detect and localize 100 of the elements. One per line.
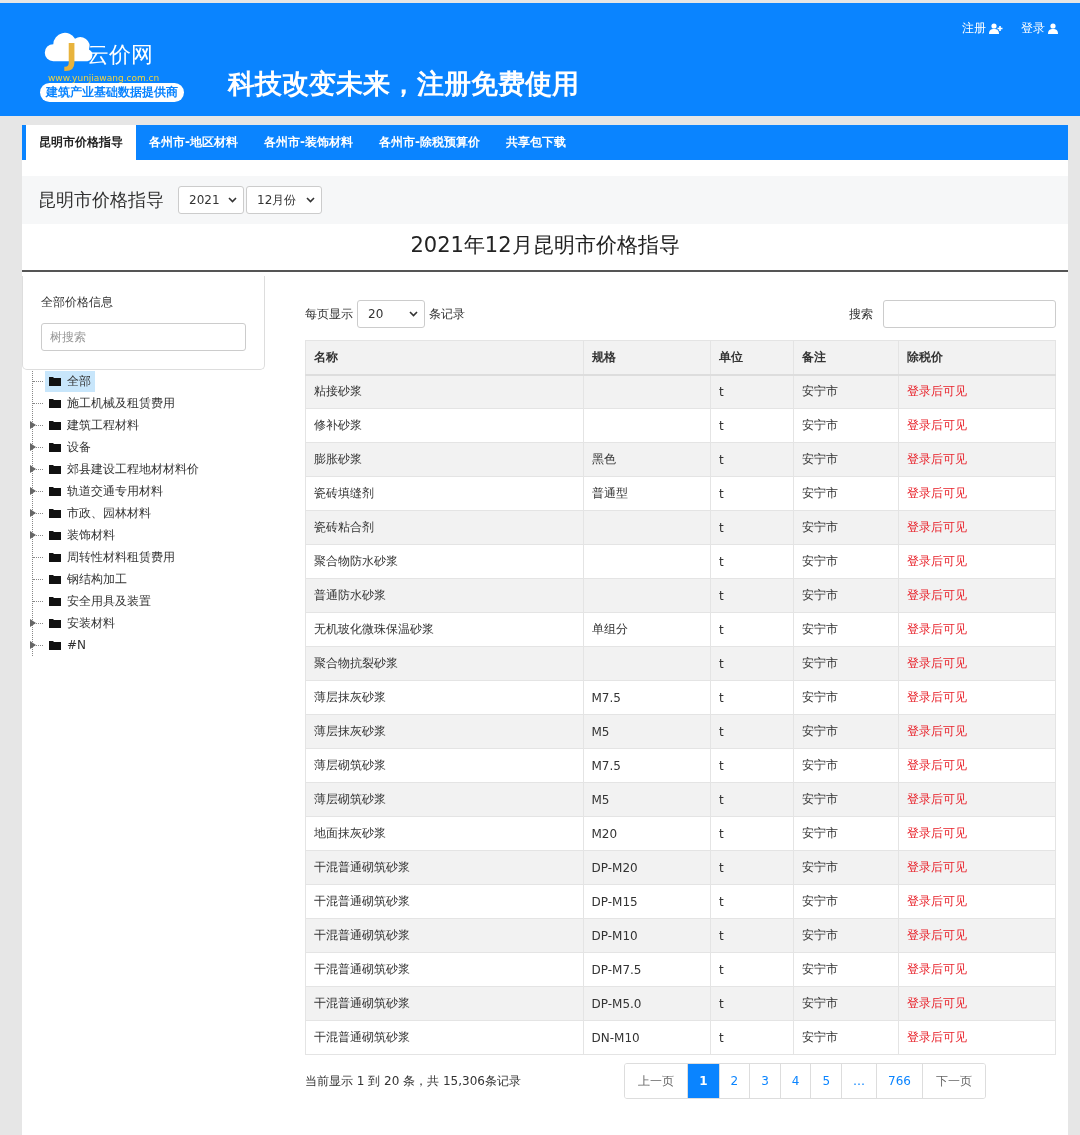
table-cell: t [710, 374, 793, 409]
table-cell: 安宁市 [793, 646, 898, 681]
table-cell: 干混普通砌筑砂浆 [305, 850, 583, 885]
tab[interactable]: 昆明市价格指导 [26, 125, 136, 160]
expand-icon[interactable] [30, 531, 36, 539]
caret-icon [306, 197, 315, 203]
search-field[interactable] [883, 300, 1056, 328]
page-title: 2021年12月昆明市价格指导 [22, 224, 1068, 272]
slogan: 科技改变未来，注册免费使用 [228, 67, 579, 101]
folder-icon [49, 574, 61, 584]
page-button[interactable]: 1 [687, 1064, 719, 1098]
table-cell: 单组分 [583, 612, 711, 647]
price-link[interactable]: 登录后可见 [898, 1020, 1056, 1055]
table-cell: 安宁市 [793, 612, 898, 647]
tree-item[interactable]: 装饰材料 [45, 524, 119, 546]
column-header: 除税价 [898, 340, 1056, 375]
tree-item[interactable]: 轨道交通专用材料 [45, 480, 167, 502]
table-cell: t [710, 442, 793, 477]
table-cell: DP-M7.5 [583, 952, 711, 987]
table-cell: 干混普通砌筑砂浆 [305, 1020, 583, 1055]
tree-item[interactable]: 郊县建设工程地材材料价 [45, 458, 203, 480]
table-cell: 瓷砖粘合剂 [305, 510, 583, 545]
table-cell: DN-M10 [583, 1020, 711, 1055]
column-header: 规格 [583, 340, 711, 375]
table-cell: M5 [583, 782, 711, 817]
table-cell: t [710, 850, 793, 885]
tree-item[interactable]: 周转性材料租赁费用 [45, 546, 179, 568]
price-link[interactable]: 登录后可见 [898, 782, 1056, 817]
price-link[interactable]: 登录后可见 [898, 884, 1056, 919]
table-info: 当前显示 1 到 20 条，共 15,306条记录 [305, 1072, 521, 1090]
price-link[interactable]: 登录后可见 [898, 646, 1056, 681]
folder-icon [49, 618, 61, 628]
folder-icon [49, 398, 61, 408]
expand-icon[interactable] [30, 641, 36, 649]
page-size-label: 每页显示 [305, 305, 353, 323]
table-cell: DP-M10 [583, 918, 711, 953]
tree-item[interactable]: 市政、园林材料 [45, 502, 155, 524]
tab[interactable]: 各州市-装饰材料 [251, 125, 366, 160]
table-cell: 干混普通砌筑砂浆 [305, 918, 583, 953]
price-link[interactable]: 登录后可见 [898, 952, 1056, 987]
price-link[interactable]: 登录后可见 [898, 408, 1056, 443]
table-cell: 安宁市 [793, 408, 898, 443]
price-link[interactable]: 登录后可见 [898, 748, 1056, 783]
table-cell: 安宁市 [793, 884, 898, 919]
table-cell: 聚合物防水砂浆 [305, 544, 583, 579]
logo-url: www.yunjiawang.com.cn [48, 73, 160, 83]
tab[interactable]: 各州市-地区材料 [136, 125, 251, 160]
logo-tagline: 建筑产业基础数据提供商 [40, 83, 184, 102]
table-cell: 安宁市 [793, 442, 898, 477]
table-cell: M20 [583, 816, 711, 851]
expand-icon[interactable] [30, 443, 36, 451]
tree-item[interactable]: 钢结构加工 [45, 568, 131, 590]
tab[interactable]: 各州市-除税预算价 [365, 125, 493, 160]
tree-item[interactable]: 安装材料 [45, 612, 119, 634]
page-size-select[interactable]: 20 [357, 300, 425, 328]
expand-icon[interactable] [30, 619, 36, 627]
table-cell: t [710, 476, 793, 511]
year-select[interactable]: 2021 [178, 186, 244, 214]
tree-search-field[interactable]: 树搜索 [41, 323, 246, 351]
tree-item[interactable]: 安全用具及装置 [45, 590, 155, 612]
page-button[interactable]: 下一页 [922, 1064, 985, 1098]
price-link[interactable]: 登录后可见 [898, 816, 1056, 851]
table-cell: t [710, 578, 793, 613]
tree-item[interactable]: 施工机械及租赁费用 [45, 392, 179, 414]
price-link[interactable]: 登录后可见 [898, 680, 1056, 715]
price-link[interactable]: 登录后可见 [898, 442, 1056, 477]
table-cell: DP-M15 [583, 884, 711, 919]
section-title: 昆明市价格指导 [38, 188, 164, 212]
folder-icon [49, 508, 61, 518]
folder-icon [49, 530, 61, 540]
table-cell: 干混普通砌筑砂浆 [305, 884, 583, 919]
register-link[interactable]: 注册 [962, 19, 1003, 37]
folder-icon [49, 596, 61, 606]
column-header: 名称 [305, 340, 583, 375]
expand-icon[interactable] [30, 421, 36, 429]
price-link[interactable]: 登录后可见 [898, 714, 1056, 749]
table-cell: 安宁市 [793, 544, 898, 579]
price-link[interactable]: 登录后可见 [898, 986, 1056, 1021]
price-link[interactable]: 登录后可见 [898, 850, 1056, 885]
tree-item[interactable]: 建筑工程材料 [45, 414, 143, 436]
price-link[interactable]: 登录后可见 [898, 544, 1056, 579]
month-select[interactable]: 12月份 [246, 186, 322, 214]
expand-icon[interactable] [30, 465, 36, 473]
tree-item[interactable]: 设备 [45, 436, 95, 458]
price-link[interactable]: 登录后可见 [898, 612, 1056, 647]
table-cell: 安宁市 [793, 850, 898, 885]
price-link[interactable]: 登录后可见 [898, 578, 1056, 613]
price-link[interactable]: 登录后可见 [898, 918, 1056, 953]
price-link[interactable]: 登录后可见 [898, 476, 1056, 511]
price-link[interactable]: 登录后可见 [898, 510, 1056, 545]
table-cell: 安宁市 [793, 782, 898, 817]
login-link[interactable]: 登录 [1021, 19, 1058, 37]
expand-icon[interactable] [30, 509, 36, 517]
tab[interactable]: 共享包下载 [492, 125, 579, 160]
table-cell: 无机玻化微珠保温砂浆 [305, 612, 583, 647]
tree-item[interactable]: 全部 [45, 370, 95, 392]
table-cell: 安宁市 [793, 578, 898, 613]
price-link[interactable]: 登录后可见 [898, 374, 1056, 409]
expand-icon[interactable] [30, 487, 36, 495]
tree-item[interactable]: #N [45, 636, 91, 654]
